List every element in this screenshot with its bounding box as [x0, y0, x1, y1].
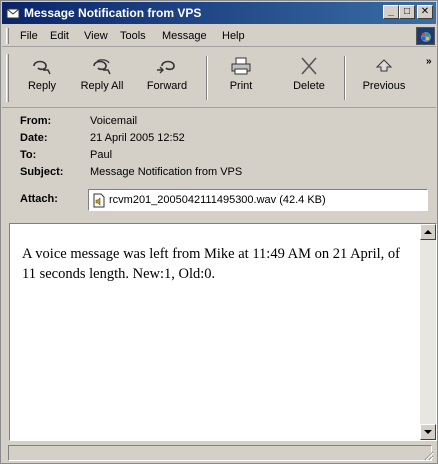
maximize-button[interactable]: □	[399, 5, 415, 19]
attachment-name[interactable]: rcvm201_2005042111495300.wav (42.4 KB)	[109, 194, 326, 206]
menu-grip[interactable]	[6, 28, 9, 44]
message-text: A voice message was left from Mike at 11…	[22, 246, 401, 282]
resize-grip-icon[interactable]	[422, 449, 434, 461]
window-title: Message Notification from VPS	[24, 6, 202, 20]
menu-help[interactable]: Help	[222, 30, 245, 42]
mail-window: Message Notification from VPS _ □ ✕ File…	[0, 0, 438, 464]
message-body[interactable]: A voice message was left from Mike at 11…	[9, 223, 437, 441]
subject-label: Subject:	[20, 166, 64, 178]
toolbar: Reply Reply All Forward Print Delete Pre…	[2, 48, 436, 108]
arrow-up-icon	[424, 230, 432, 234]
delete-icon	[301, 57, 317, 75]
previous-icon	[375, 59, 393, 72]
status-pane	[8, 445, 432, 461]
print-label: Print	[229, 80, 253, 92]
from-label: From:	[20, 115, 52, 127]
close-button[interactable]: ✕	[417, 5, 433, 19]
arrow-down-icon	[424, 430, 432, 434]
toolbar-grip[interactable]	[6, 54, 9, 102]
envelope-icon	[6, 8, 20, 19]
previous-label: Previous	[362, 80, 406, 92]
from-value: Voicemail	[90, 115, 138, 127]
title-bar[interactable]: Message Notification from VPS _ □ ✕	[2, 2, 436, 24]
status-bar	[2, 443, 436, 463]
audio-file-icon	[93, 193, 105, 208]
scroll-down-button[interactable]	[420, 424, 436, 440]
menu-view[interactable]: View	[84, 30, 108, 42]
toolbar-overflow-button[interactable]: »	[426, 56, 432, 67]
toolbar-separator	[344, 56, 346, 100]
forward-label: Forward	[146, 80, 188, 92]
print-button[interactable]: Print	[216, 52, 266, 104]
vertical-scrollbar[interactable]	[420, 224, 436, 440]
menu-edit[interactable]: Edit	[50, 30, 69, 42]
menu-message[interactable]: Message	[162, 30, 207, 42]
delete-button[interactable]: Delete	[284, 52, 334, 104]
previous-button[interactable]: Previous	[354, 52, 414, 104]
to-value: Paul	[90, 149, 113, 161]
subject-value: Message Notification from VPS	[90, 166, 243, 178]
reply-all-label: Reply All	[80, 80, 124, 92]
forward-icon	[157, 60, 175, 74]
to-label: To:	[20, 149, 37, 161]
scroll-up-button[interactable]	[420, 224, 436, 240]
date-label: Date:	[20, 132, 48, 144]
toolbar-separator	[206, 56, 208, 100]
message-header: From: Voicemail Date: 21 April 2005 12:5…	[2, 109, 436, 217]
activity-throbber-icon	[416, 27, 435, 45]
reply-label: Reply	[27, 80, 57, 92]
date-value: 21 April 2005 12:52	[90, 132, 185, 144]
reply-all-icon	[93, 59, 111, 75]
menu-file[interactable]: File	[20, 30, 38, 42]
reply-button[interactable]: Reply	[16, 52, 68, 104]
menu-bar: File Edit View Tools Message Help	[2, 25, 436, 47]
menu-tools[interactable]: Tools	[120, 30, 146, 42]
reply-all-button[interactable]: Reply All	[72, 52, 132, 104]
delete-label: Delete	[293, 80, 325, 92]
print-icon	[231, 57, 251, 75]
minimize-button[interactable]: _	[383, 5, 399, 19]
attach-label: Attach:	[20, 193, 58, 205]
reply-icon	[33, 60, 51, 75]
attachment-field[interactable]: rcvm201_2005042111495300.wav (42.4 KB)	[88, 189, 428, 211]
forward-button[interactable]: Forward	[136, 52, 198, 104]
